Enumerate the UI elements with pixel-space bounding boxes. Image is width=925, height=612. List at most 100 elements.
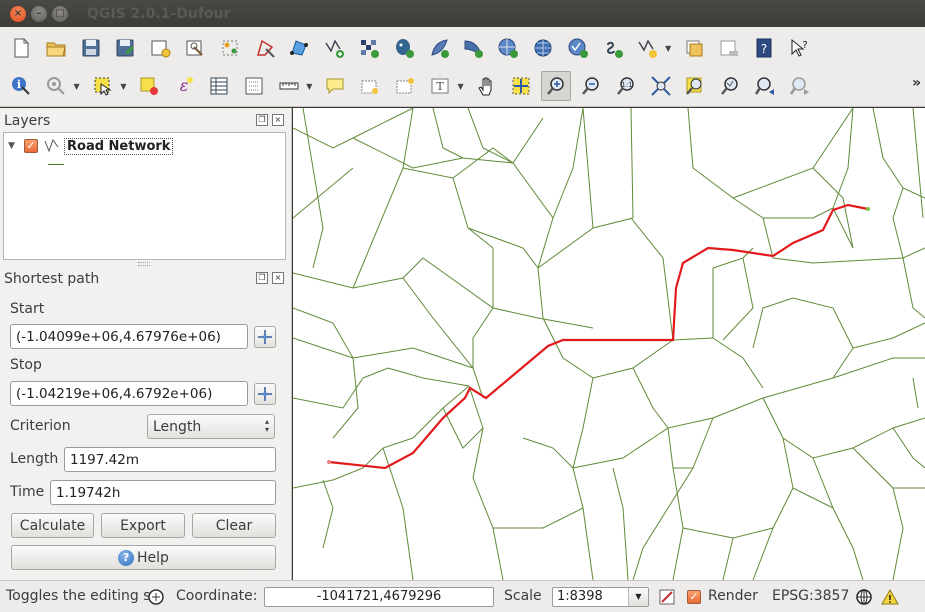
measure-dropdown[interactable]: ▼ (72, 71, 82, 101)
stop-render-icon[interactable] (657, 587, 677, 607)
layer-tree[interactable]: ▼ ✓ Road Network (3, 132, 286, 260)
road-segment (472, 307, 494, 368)
svg-text:T: T (436, 80, 444, 93)
text-annotation-icon[interactable] (355, 71, 385, 101)
add-mssql-layer-icon[interactable] (458, 33, 488, 63)
expand-triangle-icon[interactable]: ▼ (8, 141, 24, 151)
window-close-button[interactable]: × (10, 5, 26, 22)
export-button[interactable]: Export (101, 513, 185, 538)
road-segment (912, 377, 919, 409)
road-segment (352, 108, 414, 289)
new-layer-dropdown[interactable]: ▼ (663, 33, 673, 63)
layers-panel-float-button[interactable]: ❐ (256, 114, 268, 126)
help-icon[interactable]: ? (749, 33, 779, 63)
new-project-icon[interactable] (6, 33, 36, 63)
scale-select[interactable]: 1:8398 ▼ (552, 587, 649, 607)
select-icon[interactable] (88, 71, 118, 101)
save-project-icon[interactable] (76, 33, 106, 63)
digitize-icon[interactable] (250, 33, 280, 63)
shortest-path-panel-header: Shortest path ❐ × (0, 268, 292, 290)
window-minimize-button[interactable]: – (31, 5, 47, 22)
zoom-last-icon[interactable] (750, 71, 780, 101)
add-delimited-text-icon[interactable] (598, 33, 628, 63)
svg-annotation-icon[interactable]: T (425, 71, 455, 101)
zoom-to-selection-icon[interactable] (680, 71, 710, 101)
time-field[interactable]: 1.19742h (50, 480, 276, 505)
add-raster-layer-icon[interactable] (354, 33, 384, 63)
crs-globe-icon[interactable] (854, 587, 874, 607)
zoom-to-layer-icon[interactable] (715, 71, 745, 101)
open-project-icon[interactable] (41, 33, 71, 63)
measure-icon[interactable] (41, 71, 71, 101)
zoom-out-icon[interactable] (576, 71, 606, 101)
window-maximize-button[interactable]: □ (52, 5, 68, 22)
warning-icon[interactable] (880, 587, 900, 607)
clear-button[interactable]: Clear (192, 513, 276, 538)
add-spatialite-layer-icon[interactable] (424, 33, 454, 63)
select-expression-icon[interactable]: ε (169, 71, 199, 101)
map-canvas[interactable] (293, 108, 925, 580)
road-segment (332, 357, 359, 439)
move-feature-icon[interactable] (284, 33, 314, 63)
road-segment (493, 507, 584, 529)
stop-point-capture-button[interactable] (254, 383, 276, 405)
toolbar-more-button[interactable]: » (912, 75, 921, 91)
measure-line-icon[interactable] (274, 71, 304, 101)
progress-toggle-icon[interactable] (146, 587, 166, 607)
road-segment (892, 187, 904, 259)
criterion-select[interactable]: Length ▴ ▾ (147, 414, 275, 439)
add-group-icon[interactable] (679, 33, 709, 63)
toggle-editing-icon[interactable] (215, 33, 245, 63)
road-segment (632, 367, 714, 429)
layer-row-road-network[interactable]: ▼ ✓ Road Network (8, 137, 174, 155)
zoom-next-icon[interactable] (785, 71, 815, 101)
remove-layer-icon[interactable] (714, 33, 744, 63)
start-point-field[interactable]: (-1.04099e+06,4.67976e+06) (10, 324, 248, 349)
calculate-button[interactable]: Calculate (11, 513, 94, 538)
layer-visibility-checkbox[interactable]: ✓ (24, 139, 38, 153)
add-wms-layer-icon[interactable] (493, 33, 523, 63)
zoom-in-icon[interactable] (541, 71, 572, 101)
render-checkbox[interactable]: ✓ (684, 587, 704, 607)
annotation-dropdown[interactable]: ▼ (456, 71, 466, 101)
layers-panel-title: Layers (4, 113, 51, 129)
road-segment (402, 167, 494, 249)
shortest-path-close-button[interactable]: × (272, 272, 284, 284)
length-field[interactable]: 1197.42m (64, 447, 276, 472)
add-wcs-layer-icon[interactable] (528, 33, 558, 63)
help-button[interactable]: ? Help (11, 545, 276, 570)
criterion-value: Length (153, 418, 202, 435)
identify-icon[interactable]: i (6, 71, 36, 101)
whats-this-icon[interactable]: ? (784, 33, 814, 63)
add-postgis-layer-icon[interactable] (389, 33, 419, 63)
layer-name[interactable]: Road Network (64, 137, 174, 155)
panel-splitter-handle[interactable] (138, 262, 150, 266)
add-wfs-layer-icon[interactable] (563, 33, 593, 63)
start-point-capture-button[interactable] (254, 326, 276, 348)
road-segment (912, 108, 924, 219)
shortest-path-float-button[interactable]: ❐ (256, 272, 268, 284)
coordinate-field[interactable]: -1041721,4679296 (264, 587, 494, 607)
measure-line-dropdown[interactable]: ▼ (304, 71, 314, 101)
new-shapefile-icon[interactable] (632, 33, 662, 63)
attribute-table-icon[interactable] (204, 71, 234, 101)
add-vector-layer-icon[interactable] (319, 33, 349, 63)
deselect-icon[interactable] (134, 71, 164, 101)
form-annotation-icon[interactable] (390, 71, 420, 101)
zoom-native-icon[interactable]: 1:1 (611, 71, 641, 101)
annotation-icon[interactable] (320, 71, 350, 101)
road-segment (572, 427, 669, 469)
new-print-composer-icon[interactable] (145, 33, 175, 63)
statistics-icon[interactable] (239, 71, 269, 101)
stop-point-field[interactable]: (-1.04219e+06,4.6792e+06) (10, 381, 248, 406)
save-as-icon[interactable] (110, 33, 140, 63)
pan-icon[interactable] (472, 71, 502, 101)
select-dropdown[interactable]: ▼ (118, 71, 128, 101)
zoom-full-icon[interactable] (646, 71, 676, 101)
road-network-map[interactable] (293, 108, 925, 580)
pan-to-selection-icon[interactable] (506, 71, 536, 101)
layers-panel-close-button[interactable]: × (272, 114, 284, 126)
scale-dropdown-icon[interactable]: ▼ (628, 588, 648, 606)
crs-label[interactable]: EPSG:3857 (772, 588, 849, 604)
composer-manager-icon[interactable] (180, 33, 210, 63)
